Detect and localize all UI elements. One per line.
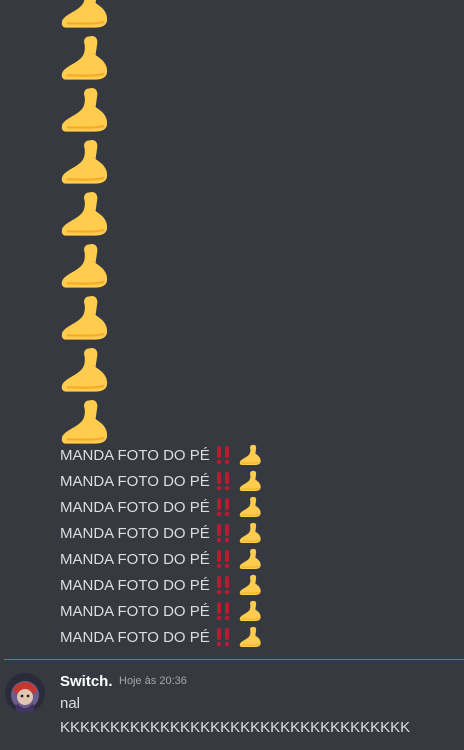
message-line: MANDA FOTO DO PÉ [60,624,440,650]
foot-emoji-icon [61,88,108,132]
big-emoji-message [58,0,118,32]
big-emoji-message [58,396,118,448]
big-emoji-message [58,188,118,240]
double-exclamation-icon [216,472,229,491]
message-text: MANDA FOTO DO PÉ [60,550,210,568]
message-text: MANDA FOTO DO PÉ [60,498,210,516]
foot-emoji-icon [61,348,108,392]
foot-emoji-icon [239,574,261,595]
foot-emoji-icon [239,444,261,465]
message-text: MANDA FOTO DO PÉ [60,602,210,620]
foot-emoji-icon [61,0,108,28]
foot-emoji-icon [239,522,261,543]
message-line: MANDA FOTO DO PÉ [60,494,440,520]
avatar[interactable] [5,673,45,713]
big-emoji-message [58,136,118,188]
double-exclamation-icon [216,550,229,569]
foot-emoji-icon [239,548,261,569]
big-emoji-message [58,344,118,396]
message-text: MANDA FOTO DO PÉ [60,524,210,542]
double-exclamation-icon [216,498,229,517]
big-emoji-message [58,292,118,344]
double-exclamation-icon [216,446,229,465]
double-exclamation-icon [216,524,229,543]
foot-emoji-icon [61,140,108,184]
double-exclamation-icon [216,576,229,595]
foot-emoji-icon [239,496,261,517]
double-exclamation-icon [216,628,229,647]
foot-emoji-icon [61,192,108,236]
foot-emoji-icon [61,296,108,340]
message-line: MANDA FOTO DO PÉ [60,546,440,572]
foot-emoji-icon [61,36,108,80]
message-line: MANDA FOTO DO PÉ [60,442,440,468]
chat-view: MANDA FOTO DO PÉ MANDA FOTO DO PÉ MANDA FO… [0,0,464,750]
message-text: KKKKKKKKKKKKKKKKKKKKKKKKKKKKKKKKKKK [60,719,411,736]
foot-emoji-icon [239,600,261,621]
message-text: MANDA FOTO DO PÉ [60,576,210,594]
message-line: MANDA FOTO DO PÉ [60,468,440,494]
avatar-image-icon [5,673,45,713]
message-line: MANDA FOTO DO PÉ [60,520,440,546]
big-emoji-message [58,84,118,136]
message-line: MANDA FOTO DO PÉ [60,598,440,624]
foot-emoji-icon [61,400,108,444]
message-timestamp[interactable]: Hoje às 20:36 [119,675,187,687]
double-exclamation-icon [216,602,229,621]
message-username[interactable]: Switch. [60,673,113,690]
message-text: nal [60,695,81,712]
foot-emoji-icon [239,470,261,491]
big-emoji-stack [58,0,118,448]
message-text: MANDA FOTO DO PÉ [60,472,210,490]
new-messages-divider [4,659,464,660]
message-lines: MANDA FOTO DO PÉ MANDA FOTO DO PÉ MANDA FO… [60,442,440,650]
message-text: MANDA FOTO DO PÉ [60,446,210,464]
foot-emoji-icon [239,626,261,647]
message-text: MANDA FOTO DO PÉ [60,628,210,646]
big-emoji-message [58,32,118,84]
big-emoji-message [58,240,118,292]
foot-emoji-icon [61,244,108,288]
message-line: MANDA FOTO DO PÉ [60,572,440,598]
